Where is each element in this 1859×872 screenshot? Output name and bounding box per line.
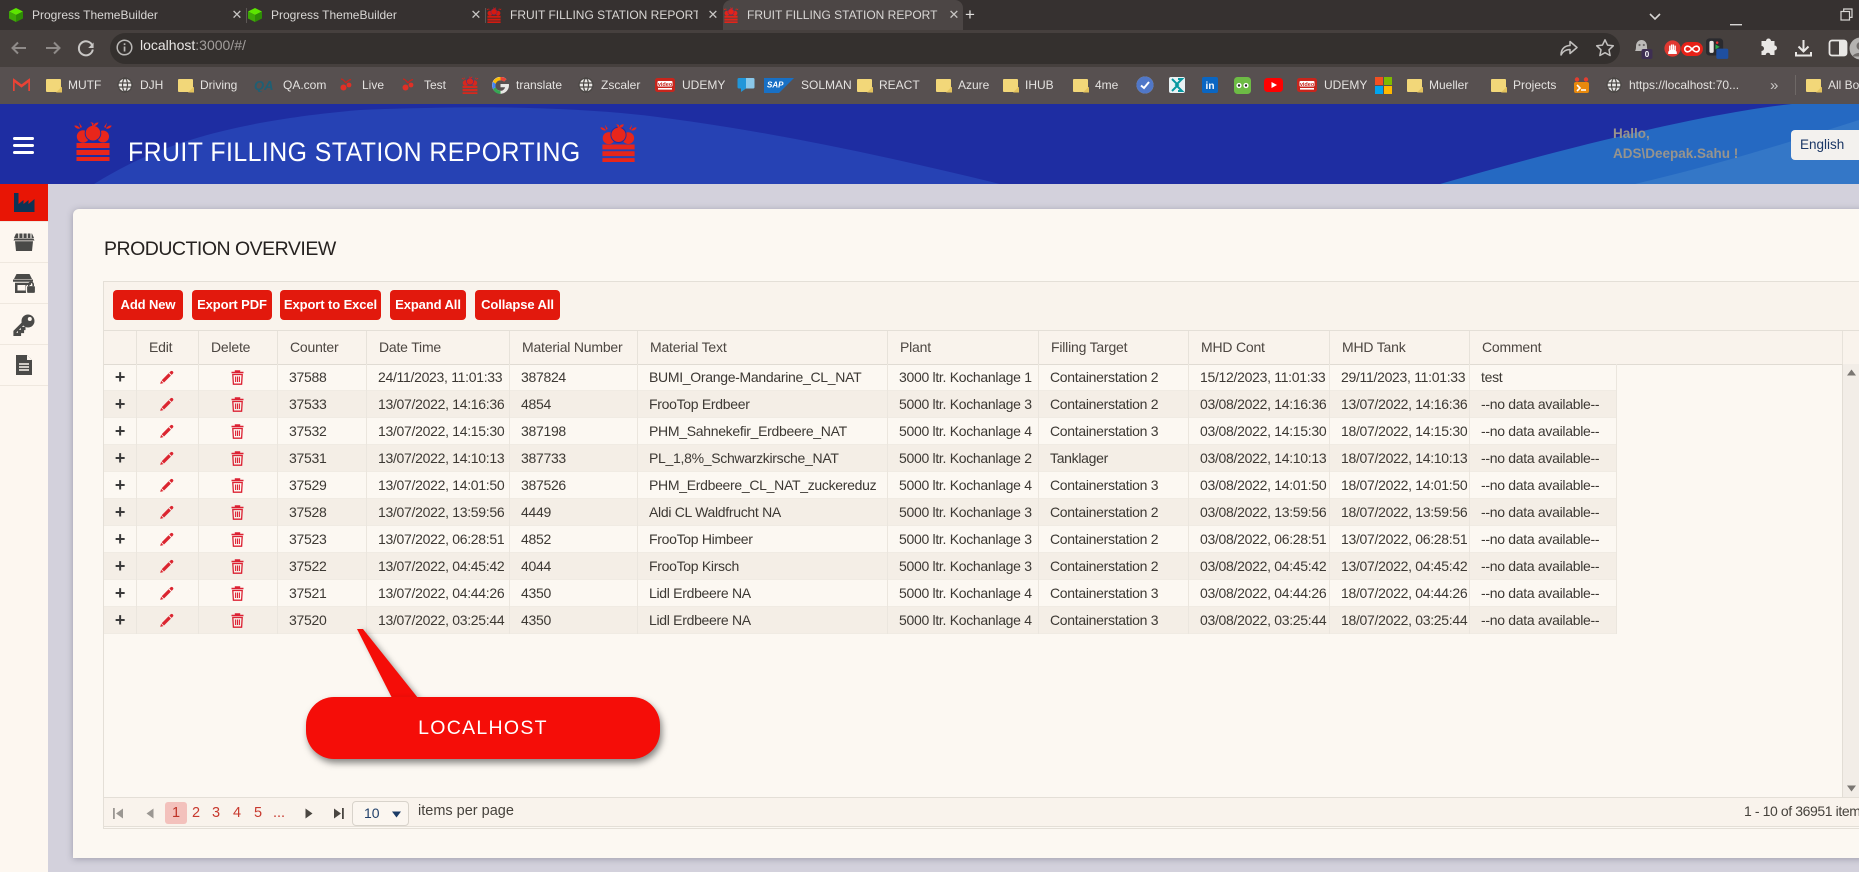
svg-text:video: video bbox=[658, 82, 673, 88]
svg-text:SAP: SAP bbox=[767, 80, 784, 89]
svg-text:QA: QA bbox=[254, 79, 274, 92]
svg-text:0: 0 bbox=[1645, 50, 1650, 59]
svg-text:in: in bbox=[1206, 81, 1215, 92]
svg-text:video: video bbox=[1300, 82, 1315, 88]
